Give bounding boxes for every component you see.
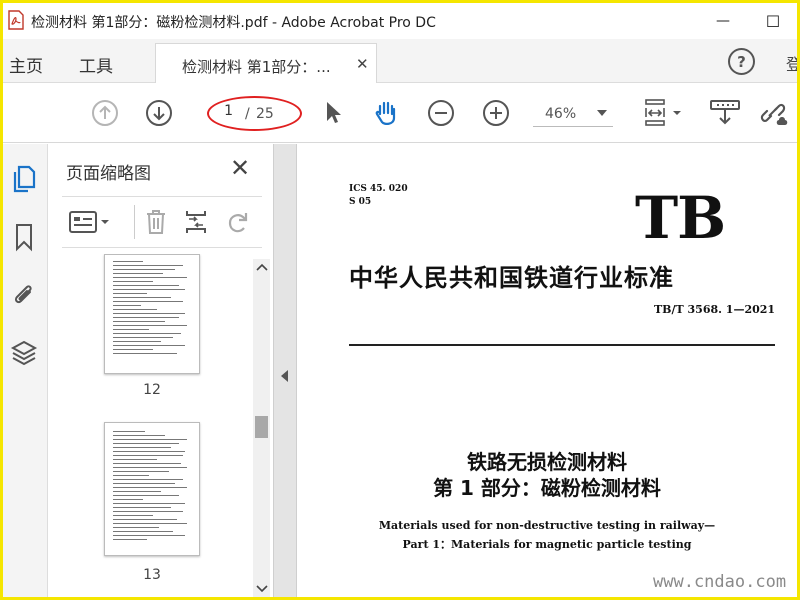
left-navigation-rail: [3, 144, 48, 597]
zoom-value: 46%: [545, 106, 577, 122]
toolbar-divider: [134, 205, 135, 239]
red-annotation-ellipse: [207, 96, 302, 131]
thumbnail-page-number: 12: [143, 382, 161, 398]
main-toolbar: 1 / 25 46%: [3, 83, 797, 143]
close-tab-icon[interactable]: ✕: [356, 55, 369, 73]
sign-in-link[interactable]: 登: [786, 51, 797, 75]
doc-title-line2: 第 1 部分：磁粉检测材料: [433, 476, 661, 500]
doc-title-line1: 铁路无损检测材料: [467, 450, 627, 474]
doc-tb-logo: TB: [635, 184, 726, 252]
tab-row: 主页 工具 检测材料 第1部分：... ✕ ? 登: [3, 39, 797, 84]
print-icon[interactable]: [707, 97, 743, 129]
document-view[interactable]: ICS 45. 020 S 05 TB 中华人民共和国铁道行业标准 TB/T 3…: [297, 144, 797, 597]
fit-page-icon[interactable]: [639, 97, 687, 129]
chevron-down-icon: [597, 110, 607, 116]
doc-standard-name: 中华人民共和国铁道行业标准: [349, 263, 674, 292]
tab-home[interactable]: 主页: [9, 52, 43, 77]
acrobat-app-icon: [7, 10, 25, 30]
page-navigator: 1 / 25: [207, 96, 302, 131]
trash-icon[interactable]: [140, 207, 172, 237]
chevron-down-icon[interactable]: [253, 581, 270, 597]
tab-tools[interactable]: 工具: [79, 52, 113, 77]
chevron-up-icon[interactable]: [253, 259, 270, 275]
minimize-button[interactable]: —: [703, 7, 743, 35]
acrobat-window: 检测材料 第1部分：磁粉检测材料.pdf - Adobe Acrobat Pro…: [3, 3, 797, 597]
maximize-button[interactable]: ☐: [753, 7, 793, 35]
attachment-icon[interactable]: [9, 280, 39, 310]
panel-title: 页面缩略图: [66, 164, 151, 184]
thumbnail-list: 12 13: [48, 254, 258, 597]
thumbnail-toolbar: [62, 196, 262, 248]
zoom-in-icon[interactable]: [480, 97, 512, 129]
insert-page-icon[interactable]: [180, 207, 212, 237]
next-page-icon[interactable]: [143, 97, 175, 129]
prev-page-icon[interactable]: [89, 97, 121, 129]
title-bar: 检测材料 第1部分：磁粉检测材料.pdf - Adobe Acrobat Pro…: [3, 3, 797, 39]
close-panel-icon[interactable]: ✕: [230, 154, 250, 182]
thumbnail-page[interactable]: [104, 254, 200, 374]
pages-icon[interactable]: [9, 164, 39, 194]
hand-icon[interactable]: [370, 97, 402, 129]
doc-standard-number: TB/T 3568. 1—2021: [654, 303, 776, 316]
window-title: 检测材料 第1部分：磁粉检测材料.pdf - Adobe Acrobat Pro…: [31, 15, 436, 31]
scrollbar-thumb[interactable]: [255, 416, 268, 438]
document-tab-label: 检测材料 第1部分：...: [182, 58, 331, 76]
layers-icon[interactable]: [9, 338, 39, 368]
thumbnail-options-icon[interactable]: [68, 207, 112, 237]
thumbnail-page[interactable]: [104, 422, 200, 556]
panel-collapse-strip[interactable]: [273, 144, 297, 597]
doc-ics-code: ICS 45. 020: [349, 184, 408, 194]
share-link-icon[interactable]: [757, 97, 789, 129]
select-cursor-icon[interactable]: [317, 97, 349, 129]
rotate-icon[interactable]: [222, 207, 254, 237]
doc-divider: [349, 344, 775, 346]
doc-english-line2: Part 1：Materials for magnetic particle t…: [402, 538, 692, 551]
maximize-icon: ☐: [765, 11, 781, 31]
minimize-icon: —: [716, 13, 730, 29]
help-button[interactable]: ?: [728, 48, 755, 75]
zoom-select[interactable]: 46%: [533, 101, 613, 127]
bookmark-icon[interactable]: [9, 222, 39, 252]
doc-classification: S 05: [349, 197, 372, 207]
zoom-out-icon[interactable]: [425, 97, 457, 129]
collapse-arrow-icon[interactable]: [281, 370, 288, 382]
zoom-underline: [533, 126, 613, 127]
watermark: www.cndao.com: [653, 572, 787, 592]
thumbnail-page-number: 13: [143, 567, 161, 583]
thumbnail-scrollbar[interactable]: [253, 259, 270, 597]
doc-english-line1: Materials used for non-destructive testi…: [378, 519, 716, 532]
page-thumbnails-panel: 页面缩略图 ✕ 12 13: [48, 144, 273, 597]
document-tab[interactable]: 检测材料 第1部分：... ✕: [155, 43, 377, 84]
